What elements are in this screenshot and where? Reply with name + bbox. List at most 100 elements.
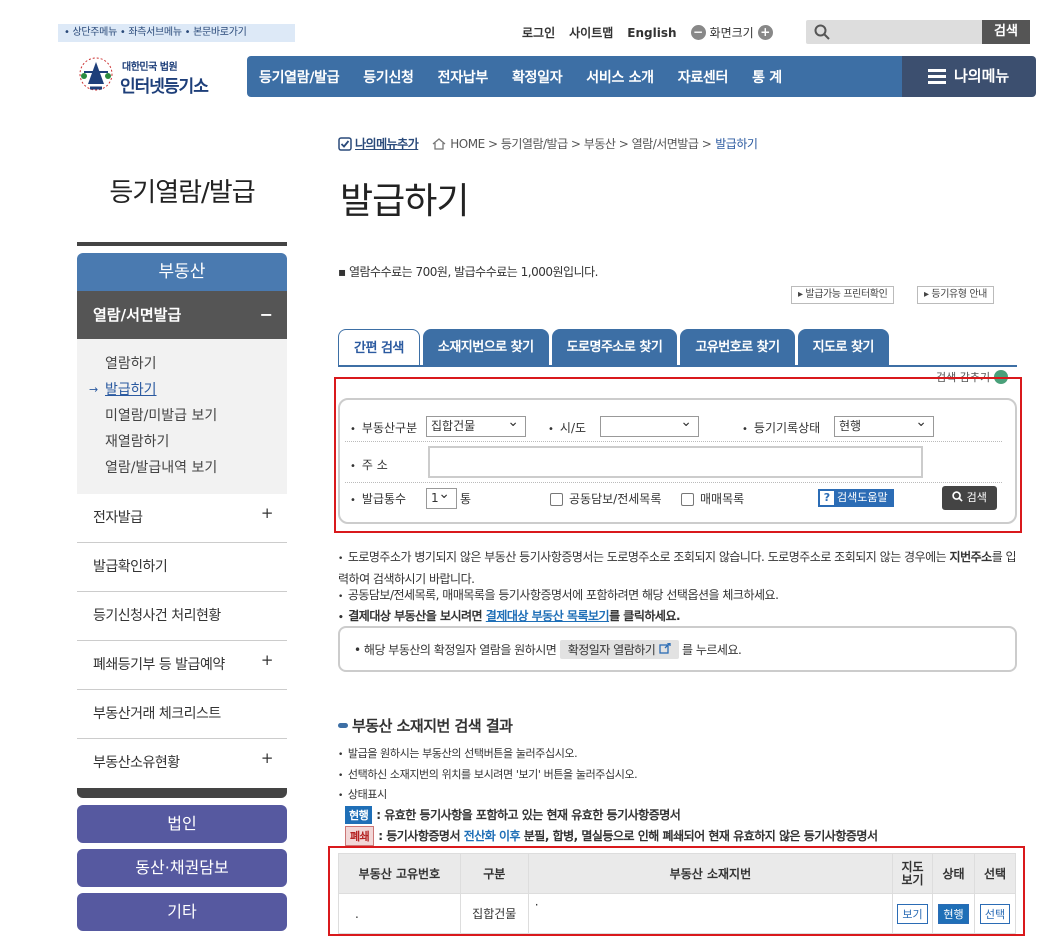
search-button[interactable]: 검색 bbox=[982, 20, 1030, 44]
table-header-row: 부동산 고유번호 구분 부동산 소재지번 지도 보기 상태 선택 bbox=[338, 853, 1017, 894]
lnb-head[interactable]: 부동산 bbox=[77, 253, 287, 291]
select-button[interactable]: 선택 bbox=[979, 903, 1011, 924]
lnb-selected[interactable]: 열람/서면발급 − bbox=[77, 291, 287, 339]
breadcrumb-current: 발급하기 bbox=[715, 137, 758, 151]
lnb-title: 등기열람/발급 bbox=[109, 178, 255, 208]
check-icon bbox=[338, 136, 352, 151]
payment-list-link[interactable]: 결제대상 부동산 목록보기 bbox=[486, 609, 610, 623]
tab-map[interactable]: 지도로 찾기 bbox=[797, 329, 889, 366]
nav-item[interactable]: 확정일자 bbox=[500, 67, 574, 87]
cell-map: 보기 bbox=[892, 893, 934, 934]
lnb-sub-item-active[interactable]: 발급하기 bbox=[77, 377, 287, 403]
court-logo-icon bbox=[79, 57, 113, 91]
logo-main-text: 인터넷등기소 bbox=[120, 77, 209, 97]
city-label: 시/도 bbox=[548, 419, 586, 436]
lnb-item[interactable]: 전자발급 + bbox=[77, 494, 287, 543]
nav-item[interactable]: 자료센터 bbox=[666, 67, 740, 87]
col-status: 상태 bbox=[932, 853, 975, 894]
status-label: 등기기록상태 bbox=[742, 419, 820, 436]
lnb-submenu: 열람하기 발급하기 미열람/미발급 보기 재열람하기 열람/발급내역 보기 bbox=[77, 339, 287, 494]
page-title: 발급하기 bbox=[340, 181, 469, 222]
zoom-out-icon[interactable]: − bbox=[690, 25, 706, 40]
status-badge-current: 현행 bbox=[345, 806, 373, 824]
zoom-in-icon[interactable]: + bbox=[757, 25, 773, 40]
english-link[interactable]: English bbox=[627, 26, 676, 40]
lnb-item-label: 부동산소유현황 bbox=[93, 755, 180, 771]
col-address: 부동산 소재지번 bbox=[527, 853, 894, 894]
registry-type-button[interactable]: ▸ 등기유형 안내 bbox=[917, 286, 994, 304]
my-menu-button[interactable]: 나의메뉴 bbox=[902, 56, 1036, 97]
form-divider bbox=[345, 441, 1002, 442]
nav-item[interactable]: 통 계 bbox=[740, 67, 794, 87]
lnb-item[interactable]: 폐쇄등기부 등 발급예약 + bbox=[77, 641, 287, 690]
result-note: 선택하신 소재지번의 위치를 보시려면 '보기' 버튼을 눌러주십시오. bbox=[338, 766, 638, 782]
cell-unique-number: . bbox=[338, 893, 461, 934]
lnb-button-etc[interactable]: 기타 bbox=[77, 893, 287, 931]
joint-collateral-checkbox[interactable]: 공동담보/전세목록 bbox=[550, 490, 661, 507]
lnb-item[interactable]: 등기신청사건 처리현황 bbox=[77, 592, 287, 641]
result-title: 부동산 소재지번 검색 결과 bbox=[338, 715, 513, 736]
note-payment: 결제대상 부동산을 보시려면 결제대상 부동산 목록보기를 클릭하세요. bbox=[338, 607, 1022, 624]
lnb-button-movable[interactable]: 동산·채권담보 bbox=[77, 849, 287, 887]
tab-unique-number[interactable]: 고유번호로 찾기 bbox=[680, 329, 795, 366]
tab-lot-number[interactable]: 소재지번으로 찾기 bbox=[422, 329, 549, 366]
count-unit: 통 bbox=[460, 492, 472, 506]
note-road-address: 도로명주소가 병기되지 않은 부동산 등기사항증명서는 도로명주소로 조회되지 … bbox=[338, 547, 1022, 589]
city-select[interactable] bbox=[600, 413, 699, 437]
type-label: 부동산구분 bbox=[350, 419, 417, 436]
expand-icon: + bbox=[260, 651, 274, 669]
count-select[interactable]: 1 bbox=[426, 485, 457, 509]
lnb-sub-item[interactable]: 미열람/미발급 보기 bbox=[77, 403, 287, 429]
checkbox-icon bbox=[681, 493, 694, 506]
nav-item[interactable]: 등기열람/발급 bbox=[247, 67, 351, 87]
tab-simple-search[interactable]: 간편 검색 bbox=[338, 329, 420, 366]
form-search-button[interactable]: 검색 bbox=[942, 486, 997, 510]
joint-collateral-label: 공동담보/전세목록 bbox=[569, 492, 662, 506]
sales-list-checkbox[interactable]: 매매목록 bbox=[681, 490, 744, 507]
nav-item[interactable]: 등기신청 bbox=[351, 67, 425, 87]
breadcrumb-path: HOME > 등기열람/발급 > 부동산 > 열람/서면발급 > bbox=[450, 137, 712, 151]
search-tabs: 간편 검색 소재지번으로 찾기 도로명주소로 찾기 고유번호로 찾기 지도로 찾… bbox=[338, 329, 889, 366]
view-map-button[interactable]: 보기 bbox=[897, 903, 928, 924]
tab-road-address[interactable]: 도로명주소로 찾기 bbox=[551, 329, 678, 366]
note-options: 공동담보/전세목록, 매매목록을 등기사항증명서에 포함하려면 해당 선택옵션을… bbox=[338, 586, 1022, 603]
nav-item[interactable]: 전자납부 bbox=[426, 67, 500, 87]
result-table: 부동산 고유번호 구분 부동산 소재지번 지도 보기 상태 선택 . 집합건물 … bbox=[338, 853, 1017, 934]
login-link[interactable]: 로그인 bbox=[522, 24, 555, 41]
legend-current: 현행: 유효한 등기사항을 포함하고 있는 현재 유효한 등기사항증명서 bbox=[345, 806, 681, 824]
logo[interactable]: 대한민국 법원 인터넷등기소 bbox=[74, 50, 234, 102]
lnb-item[interactable]: 발급확인하기 bbox=[77, 543, 287, 592]
logo-small-text: 대한민국 법원 bbox=[122, 62, 178, 73]
section-bullet-icon bbox=[338, 723, 348, 728]
cell-select: 선택 bbox=[973, 893, 1017, 934]
checkbox-icon bbox=[550, 493, 563, 506]
address-input[interactable] bbox=[428, 446, 923, 478]
sitemap-link[interactable]: 사이트맵 bbox=[569, 24, 613, 41]
printer-check-button[interactable]: ▸ 발급가능 프린터확인 bbox=[791, 286, 895, 304]
expand-icon: + bbox=[260, 749, 274, 767]
type-select[interactable]: 집합건물 bbox=[426, 413, 526, 437]
lnb-sub-item[interactable]: 열람/발급내역 보기 bbox=[77, 455, 287, 481]
zoom-label: 화면크기 bbox=[709, 26, 754, 40]
lnb-end-bar bbox=[77, 788, 287, 798]
status-current-badge: 현행 bbox=[938, 903, 969, 924]
lnb-item[interactable]: 부동산거래 체크리스트 bbox=[77, 690, 287, 739]
lnb-button-corporate[interactable]: 법인 bbox=[77, 805, 287, 843]
status-select[interactable]: 현행 bbox=[834, 413, 934, 437]
top-links: 로그인 사이트맵 English − 화면크기 + bbox=[522, 24, 773, 41]
nav-item[interactable]: 서비스 소개 bbox=[574, 67, 665, 87]
lnb-item[interactable]: 부동산소유현황 + bbox=[77, 739, 287, 788]
lnb-sub-item[interactable]: 재열람하기 bbox=[77, 429, 287, 455]
fixed-date-button[interactable]: 확정일자 열람하기 bbox=[559, 640, 679, 659]
search-help-button[interactable]: ? 검색도움말 bbox=[818, 489, 894, 507]
address-label: 주 소 bbox=[350, 456, 388, 473]
count-label: 발급통수 bbox=[350, 490, 406, 507]
add-my-menu-link[interactable]: 나의메뉴추가 bbox=[338, 135, 419, 152]
search-icon bbox=[814, 24, 830, 40]
skip-links[interactable]: • 상단주메뉴 • 좌측서브메뉴 • 본문바로가기 bbox=[58, 24, 295, 42]
fee-note: ▪ 열람수수료는 700원, 발급수수료는 1,000원입니다. bbox=[338, 265, 598, 279]
lnb-divider bbox=[77, 242, 287, 246]
lnb-item-label: 전자발급 bbox=[93, 510, 143, 526]
main-nav: 등기열람/발급 등기신청 전자납부 확정일자 서비스 소개 자료센터 통 계 bbox=[247, 56, 902, 97]
lnb-sub-item[interactable]: 열람하기 bbox=[77, 351, 287, 377]
